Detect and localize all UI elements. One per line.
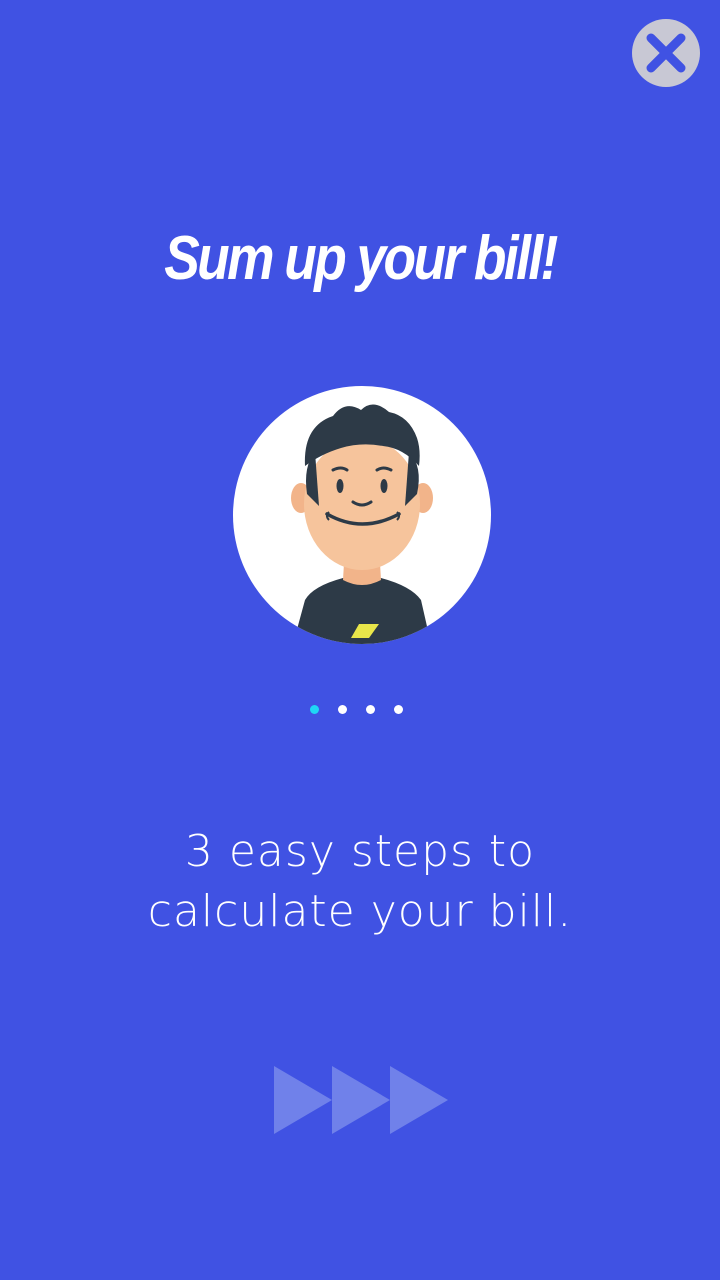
description: 3 easy steps to calculate your bill.	[0, 822, 720, 942]
page-dot[interactable]	[394, 705, 403, 714]
page-title: Sum up your bill!	[164, 224, 558, 293]
close-icon	[646, 33, 686, 73]
avatar	[233, 386, 491, 644]
page-dot[interactable]	[310, 705, 319, 714]
page-dot[interactable]	[338, 705, 347, 714]
fast-forward-icon	[274, 1066, 448, 1134]
page-dot[interactable]	[366, 705, 375, 714]
next-button[interactable]	[270, 1062, 452, 1138]
description-line: calculate your bill.	[147, 886, 573, 937]
avatar-illustration	[291, 404, 433, 644]
close-button[interactable]	[632, 19, 700, 87]
page-indicator	[0, 705, 720, 714]
description-line: 3 easy steps to	[184, 826, 536, 877]
